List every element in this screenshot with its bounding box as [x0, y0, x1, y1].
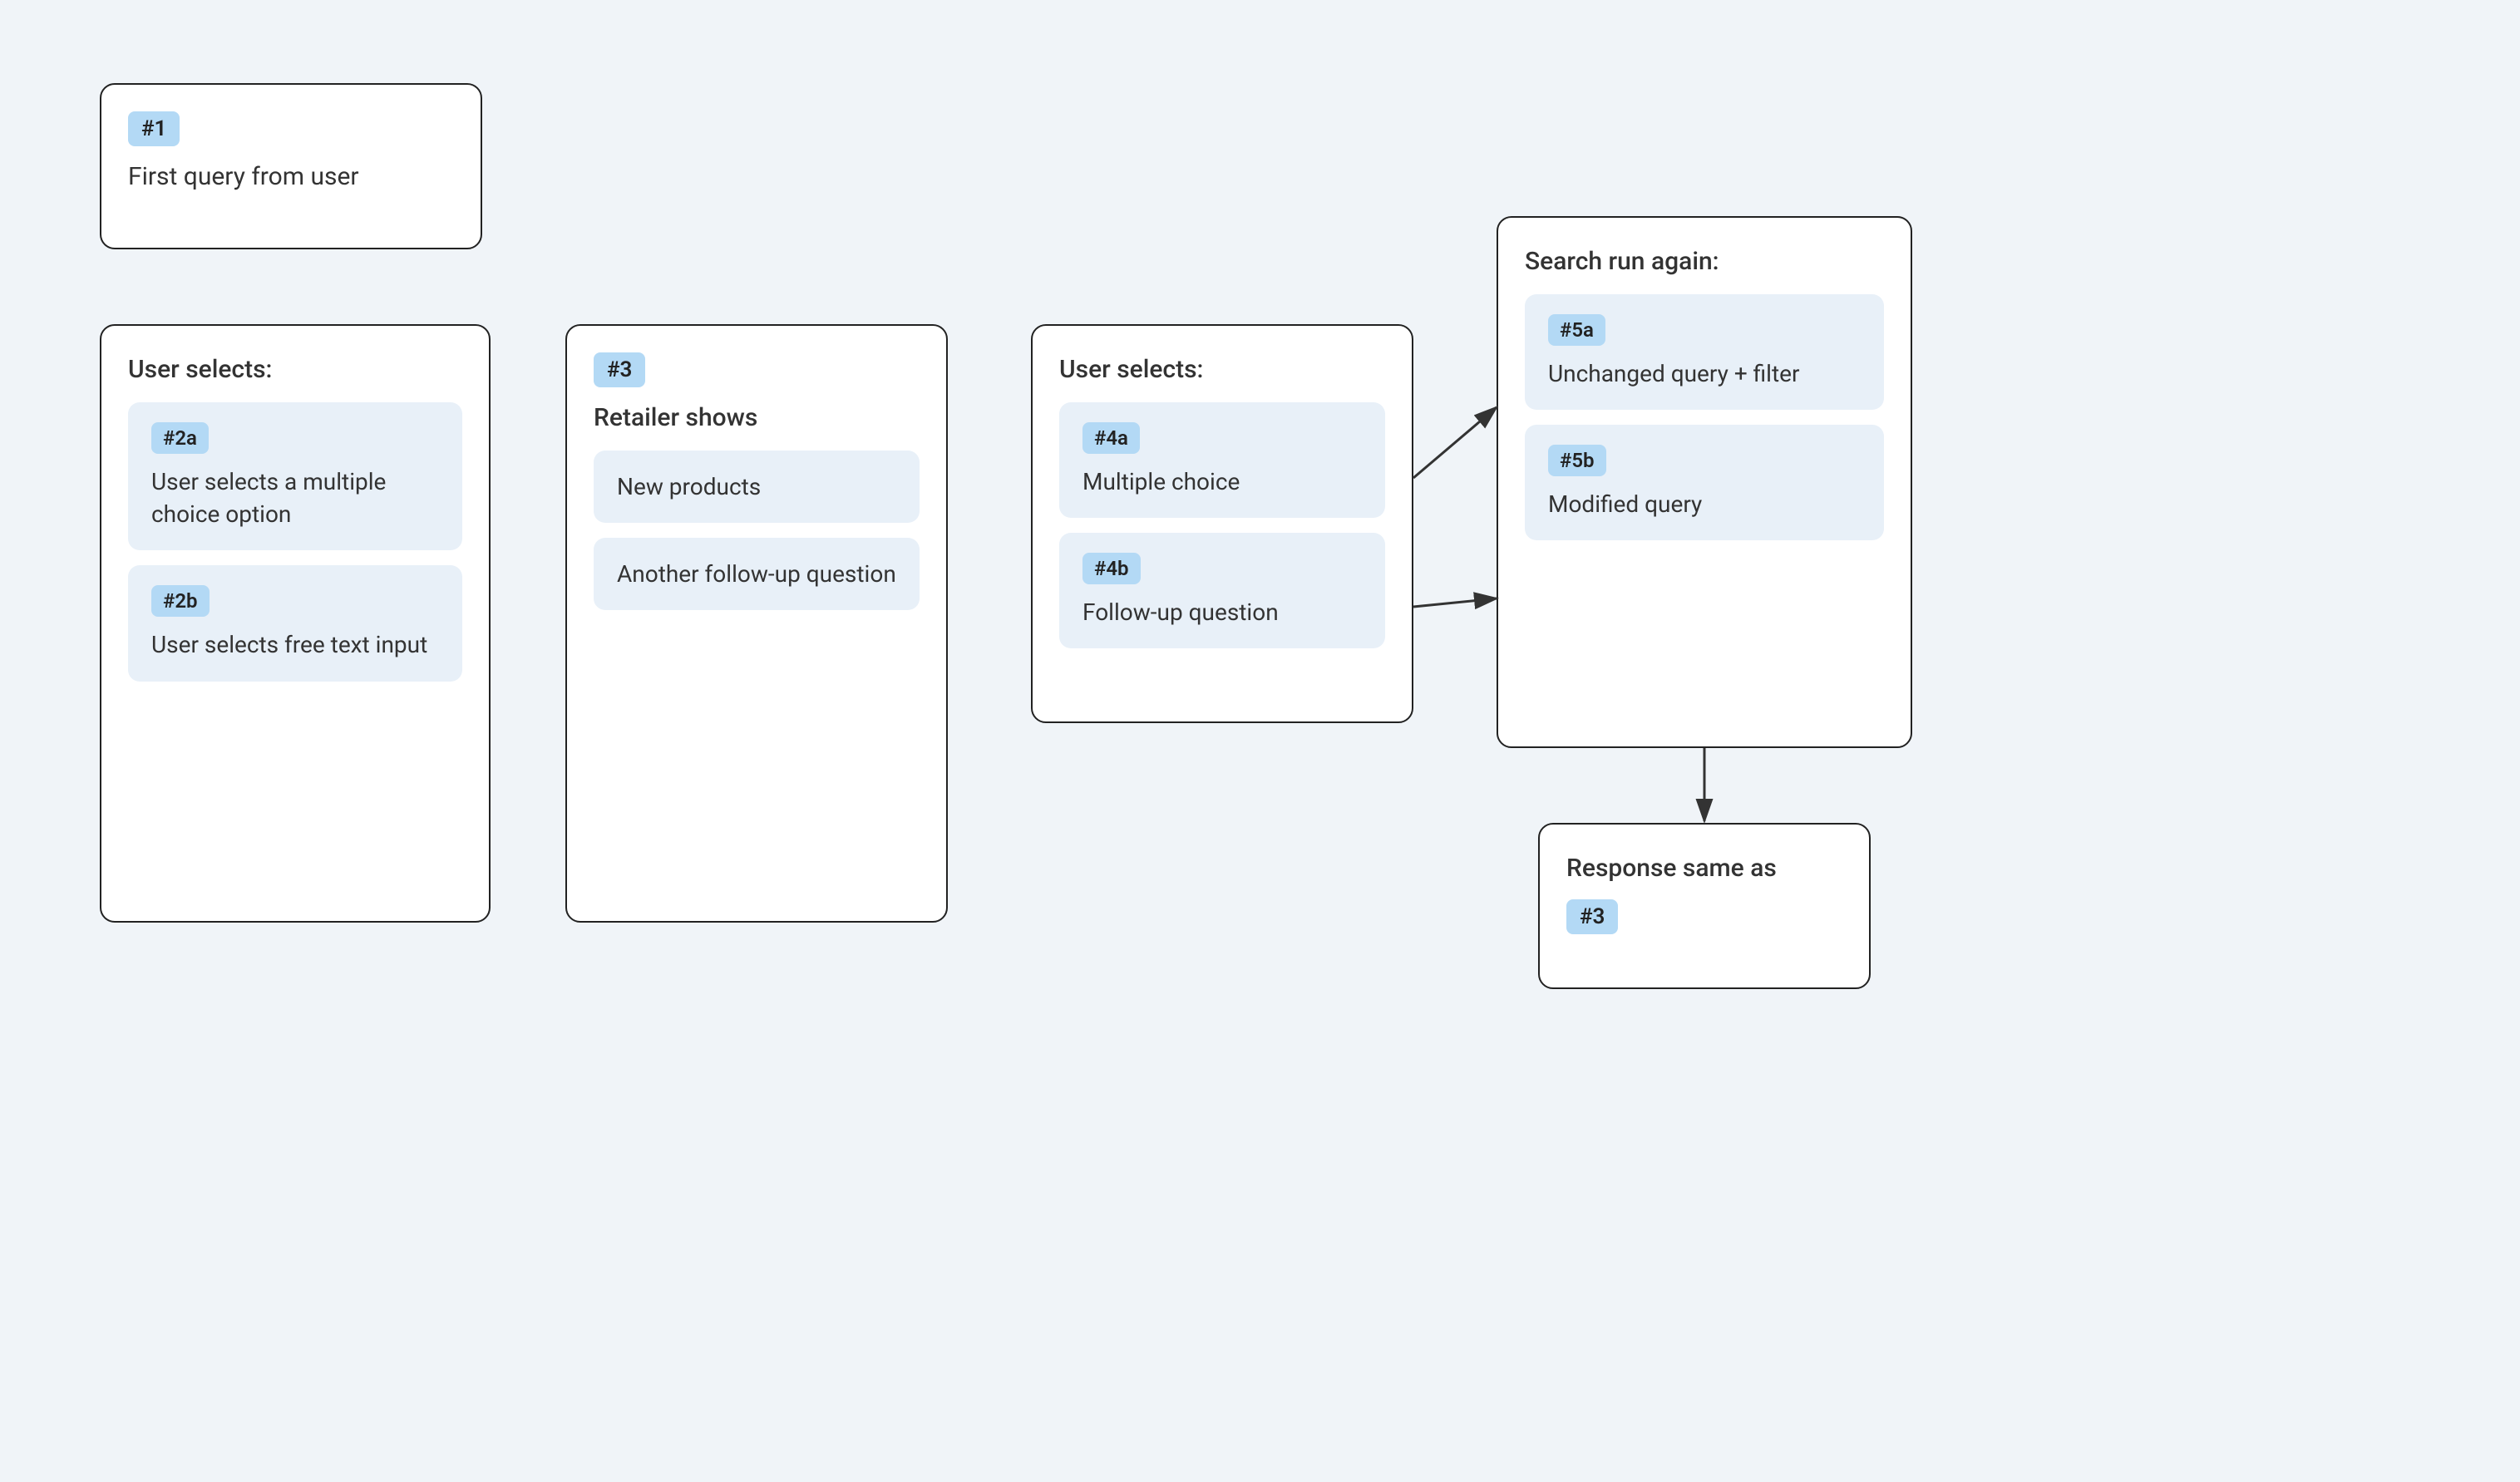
node-5-card: Search run again: #5a Unchanged query + … — [1497, 216, 1912, 748]
node-3-header: Retailer shows — [594, 401, 920, 436]
node-4a-inner: #4a Multiple choice — [1059, 402, 1385, 518]
node-4-header: User selects: — [1059, 352, 1385, 387]
node-2a-badge: #2a — [151, 422, 209, 454]
node-3-badge: #3 — [594, 352, 645, 387]
node-4b-badge: #4b — [1082, 553, 1141, 584]
node-3-item2: Another follow-up question — [594, 538, 920, 610]
node-3-item2-title: Another follow-up question — [617, 558, 896, 590]
node-5a-badge: #5a — [1548, 314, 1605, 346]
node-4a-title: Multiple choice — [1082, 465, 1362, 498]
node-5b-badge: #5b — [1548, 445, 1606, 476]
node-3-item1-title: New products — [617, 470, 896, 503]
node-1-card: #1 First query from user — [100, 83, 482, 249]
node-5a-inner: #5a Unchanged query + filter — [1525, 294, 1884, 410]
node-5b-title: Modified query — [1548, 488, 1861, 520]
node-4b-title: Follow-up question — [1082, 596, 1362, 628]
node-5b-inner: #5b Modified query — [1525, 425, 1884, 540]
arrow-4a-5a — [1413, 407, 1497, 478]
node-2-card: User selects: #2a User selects a multipl… — [100, 324, 491, 923]
node-2b-badge: #2b — [151, 585, 210, 617]
node-4-card: User selects: #4a Multiple choice #4b Fo… — [1031, 324, 1413, 723]
node-2-header: User selects: — [128, 352, 462, 387]
node-5a-title: Unchanged query + filter — [1548, 357, 1861, 390]
node-6-badge: #3 — [1566, 899, 1618, 934]
node-1-badge: #1 — [128, 111, 180, 146]
node-4a-badge: #4a — [1082, 422, 1140, 454]
node-2a-inner: #2a User selects a multiple choice optio… — [128, 402, 462, 550]
node-5-header: Search run again: — [1525, 244, 1884, 279]
node-6-header: Response same as — [1566, 851, 1842, 886]
node-3-card: #3 Retailer shows New products Another f… — [565, 324, 948, 923]
node-3-item1: New products — [594, 451, 920, 523]
node-6-card: Response same as #3 — [1538, 823, 1871, 989]
node-2a-title: User selects a multiple choice option — [151, 465, 439, 530]
diagram: #1 First query from user User selects: #… — [0, 0, 2520, 1482]
node-4b-inner: #4b Follow-up question — [1059, 533, 1385, 648]
node-2b-title: User selects free text input — [151, 628, 439, 661]
arrow-4b-5b — [1413, 598, 1497, 607]
node-2b-inner: #2b User selects free text input — [128, 565, 462, 681]
node-1-title: First query from user — [128, 160, 454, 194]
